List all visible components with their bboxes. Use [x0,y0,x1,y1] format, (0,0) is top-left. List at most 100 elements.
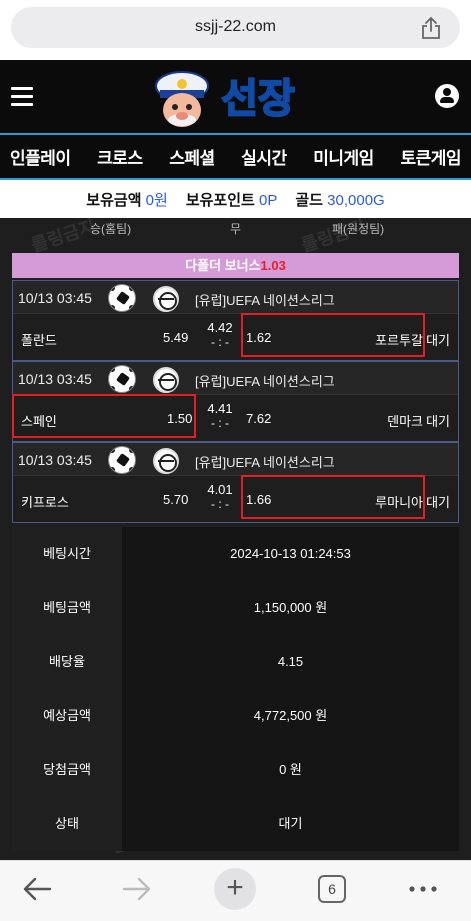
draw-odds-cell: 4.42 - : - [205,320,235,350]
league-name: [유럽]UEFA 네이션스리그 [195,293,335,308]
home-odds: 5.49 [163,330,189,345]
nav-item-minigame[interactable]: 미니게임 [313,144,374,169]
detail-row-won: 당첨금액 0 원 [12,743,459,797]
column-headers: 승(홈팀) 무 패(원정팀) [12,218,459,238]
globe-icon [153,286,179,312]
match-score: - : - [211,416,229,430]
detail-label: 베팅시간 [12,527,122,581]
soccer-ball-icon [108,446,136,474]
draw-odds-cell: 4.41 - : - [205,401,235,431]
detail-value: 2024-10-13 01:24:53 [122,527,459,581]
away-team: 덴마크 [387,414,423,429]
main-nav: 인플레이 크로스 스페셜 실시간 미니게임 토큰게임 [0,133,471,180]
gold-label: 골드 [295,191,323,209]
user-icon[interactable] [435,84,459,108]
soccer-ball-icon [108,365,136,393]
detail-row-status: 상태 대기 [12,797,459,851]
home-team: 키프로스 [21,495,69,510]
column-draw: 무 [230,222,242,236]
detail-row-expected: 예상금액 4,772,500 원 [12,689,459,743]
home-team: 스페인 [21,414,57,429]
nav-item-inplay[interactable]: 인플레이 [10,144,71,169]
match-info: 10/13 03:45 [유럽]UEFA 네이션스리그 [13,281,458,314]
match-info: 10/13 03:45 [유럽]UEFA 네이션스리그 [13,443,458,476]
detail-label: 베팅금액 [12,581,122,635]
url-text[interactable]: ssjj-22.com [11,18,460,36]
league-name: [유럽]UEFA 네이션스리그 [195,455,335,470]
more-icon[interactable] [408,885,438,893]
detail-value: 4.15 [122,635,459,689]
column-away: 패(원정팀) [332,222,385,236]
multi-folder-bonus: 다폴더 보너스1.03 [12,253,459,278]
globe-icon [153,448,179,474]
detail-row-bet-amount: 베팅금액 1,150,000 원 [12,581,459,635]
browser-top-bar: ssjj-22.com [0,0,471,60]
nav-item-special[interactable]: 스페셜 [169,144,215,169]
match-row: 10/13 03:45 [유럽]UEFA 네이션스리그 스페인 1.50 4.4… [12,361,459,442]
match-status: 대기 [426,495,450,510]
money-value: 0원 [145,191,168,209]
league-name: [유럽]UEFA 네이션스리그 [195,374,335,389]
gold-balance: 골드 30,000G [295,189,384,210]
detail-label: 상태 [12,797,122,851]
match-row: 10/13 03:45 [유럽]UEFA 네이션스리그 키프로스 5.70 4.… [12,442,459,523]
site-logo[interactable]: 선장 [152,64,317,130]
home-odds: 1.50 [167,411,193,426]
match-row: 10/13 03:45 [유럽]UEFA 네이션스리그 폴란드 5.49 4.4… [12,280,459,361]
nav-item-realtime[interactable]: 실시간 [241,144,287,169]
tabs-icon[interactable]: 6 [318,875,346,903]
bet-slip-detail: 롤링금지 롤링금지 롤링금지 롤링금지 롤링금지 롤링금지 롤링금지 롤링금지 … [0,218,471,860]
draw-odds: 4.41 [207,401,233,416]
site-header: 선장 [0,60,471,133]
detail-label: 당첨금액 [12,743,122,797]
points-value: 0P [259,191,278,209]
away-team: 포르투갈 [375,333,423,348]
back-icon[interactable] [22,876,52,902]
address-bar[interactable]: ssjj-22.com [11,7,460,48]
money-balance: 보유금액 0원 [86,189,168,210]
detail-value: 0 원 [122,743,459,797]
nav-item-cross[interactable]: 크로스 [97,144,143,169]
forward-icon[interactable] [122,876,152,902]
match-time: 10/13 03:45 [18,290,92,306]
odds-row: 폴란드 5.49 4.42 - : - 1.62 포르투갈 대기 [13,313,458,361]
match-time: 10/13 03:45 [18,452,92,468]
odds-row: 스페인 1.50 4.41 - : - 7.62 덴마크 대기 [12,394,458,442]
gold-value: 30,000G [327,191,385,209]
money-label: 보유금액 [86,191,142,209]
hamburger-icon[interactable] [11,87,33,106]
share-icon[interactable] [420,16,442,40]
column-home: 승(홈팀) [90,222,132,236]
points-balance: 보유포인트 0P [186,189,278,210]
bonus-rate: 1.03 [260,258,286,273]
points-label: 보유포인트 [185,191,255,209]
detail-label: 예상금액 [12,689,122,743]
bet-detail-table: 베팅시간 2024-10-13 01:24:53 베팅금액 1,150,000 … [12,527,459,851]
match-status: 대기 [426,333,450,348]
draw-odds: 4.42 [207,320,233,335]
detail-value: 1,150,000 원 [122,581,459,635]
balance-bar: 보유금액 0원 보유포인트 0P 골드 30,000G [0,180,471,218]
home-odds: 5.70 [163,492,189,507]
match-status: 대기 [426,414,450,429]
draw-odds: 4.01 [207,482,233,497]
draw-odds-cell: 4.01 - : - [205,482,235,512]
detail-row-odds: 배당율 4.15 [12,635,459,689]
detail-value: 4,772,500 원 [122,689,459,743]
detail-row-bet-time: 베팅시간 2024-10-13 01:24:53 [12,527,459,581]
globe-icon [153,367,179,393]
odds-row: 키프로스 5.70 4.01 - : - 1.66 루마니아 대기 [13,475,458,523]
nav-item-tokengame[interactable]: 토큰게임 [400,144,461,169]
bonus-label: 다폴더 보너스 [185,258,261,273]
match-score: - : - [211,497,229,511]
svg-text:선장: 선장 [221,76,295,122]
soccer-ball-icon [108,284,136,312]
away-team: 루마니아 [375,495,423,510]
home-team: 폴란드 [21,333,57,348]
detail-label: 배당율 [12,635,122,689]
detail-value: 대기 [122,797,459,851]
browser-bottom-bar: + 6 [0,860,471,921]
away-odds: 1.66 [246,492,272,507]
match-score: - : - [211,335,229,349]
plus-icon[interactable]: + [214,868,256,910]
